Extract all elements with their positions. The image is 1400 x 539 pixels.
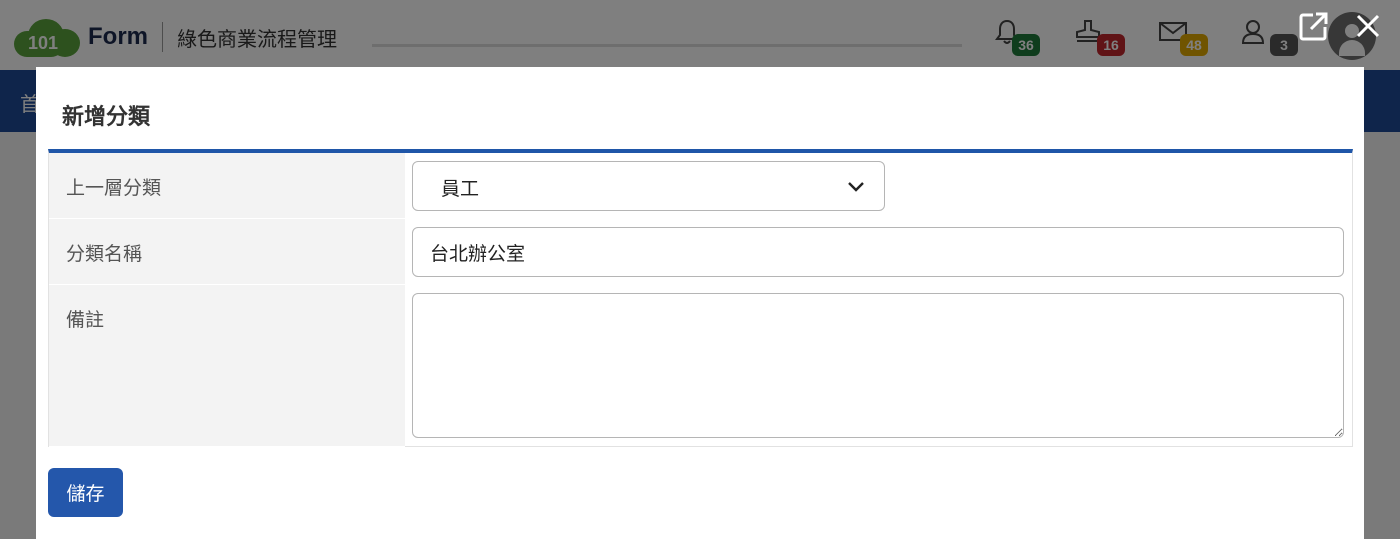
close-icon[interactable]: [1352, 10, 1384, 42]
open-external-icon[interactable]: [1298, 10, 1330, 42]
category-name-label: 分類名稱: [66, 243, 143, 265]
parent-category-label: 上一層分類: [66, 177, 162, 199]
category-form: 上一層分類 員工 分類名稱 備註: [48, 149, 1353, 447]
category-name-row: 分類名稱: [49, 219, 1352, 285]
note-textarea[interactable]: [412, 293, 1344, 438]
chevron-down-icon: [848, 182, 864, 192]
note-row: 備註: [49, 285, 1352, 447]
parent-category-value: 員工: [441, 178, 480, 200]
note-label: 備註: [66, 309, 105, 331]
category-name-input[interactable]: [412, 227, 1344, 277]
add-category-dialog: 新增分類 上一層分類 員工 分類名稱 備註 儲存: [36, 67, 1364, 539]
parent-category-select[interactable]: 員工: [412, 161, 885, 211]
save-button[interactable]: 儲存: [48, 468, 123, 517]
parent-category-label-cell: 上一層分類: [49, 153, 405, 219]
parent-category-row: 上一層分類 員工: [49, 153, 1352, 219]
note-label-cell: 備註: [49, 285, 405, 447]
category-name-label-cell: 分類名稱: [49, 219, 405, 285]
dialog-title: 新增分類: [62, 105, 151, 130]
